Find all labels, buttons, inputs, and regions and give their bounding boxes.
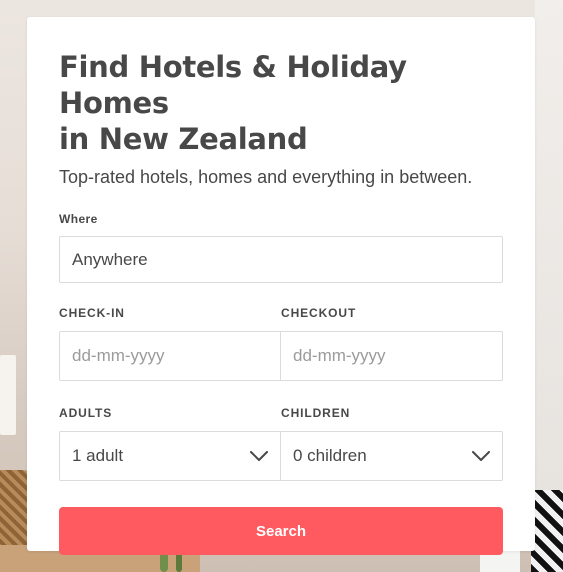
adults-value: 1 adult [72, 446, 124, 465]
page-subtitle: Top-rated hotels, homes and everything i… [59, 167, 473, 187]
where-label: Where [59, 212, 98, 226]
children-value: 0 children [293, 446, 367, 465]
background-wall [535, 0, 563, 490]
search-button[interactable]: Search [59, 507, 503, 555]
checkout-placeholder: dd-mm-yyyy [293, 346, 386, 365]
background-pattern [531, 490, 563, 572]
page-title: Find Hotels & Holiday Homes in New Zeala… [59, 49, 503, 157]
checkin-input[interactable]: dd-mm-yyyy [59, 331, 281, 381]
children-label: CHILDREN [281, 406, 351, 420]
guest-fields: 1 adult 0 children [59, 431, 503, 481]
checkin-placeholder: dd-mm-yyyy [72, 346, 165, 365]
adults-label: ADULTS [59, 406, 113, 420]
chevron-down-icon [250, 450, 268, 461]
where-input[interactable]: Anywhere [59, 236, 503, 283]
where-input-value: Anywhere [72, 249, 148, 269]
date-labels: CHECK-IN CHECKOUT [59, 305, 503, 321]
background-plant [176, 552, 182, 572]
adults-select[interactable]: 1 adult [59, 431, 281, 481]
date-fields: dd-mm-yyyy dd-mm-yyyy [59, 331, 503, 381]
guest-labels: ADULTS CHILDREN [59, 405, 503, 421]
chevron-down-icon [472, 450, 490, 461]
title-line-1: Find Hotels & Holiday Homes [59, 50, 407, 120]
children-select[interactable]: 0 children [281, 431, 503, 481]
checkin-label: CHECK-IN [59, 306, 125, 320]
title-line-2: in New Zealand [59, 122, 308, 156]
search-card: Find Hotels & Holiday Homes in New Zeala… [27, 17, 535, 555]
page-background: Find Hotels & Holiday Homes in New Zeala… [0, 0, 563, 572]
background-lamp [0, 355, 16, 435]
checkout-label: CHECKOUT [281, 306, 357, 320]
search-button-label: Search [255, 522, 307, 540]
checkout-input[interactable]: dd-mm-yyyy [281, 331, 503, 381]
